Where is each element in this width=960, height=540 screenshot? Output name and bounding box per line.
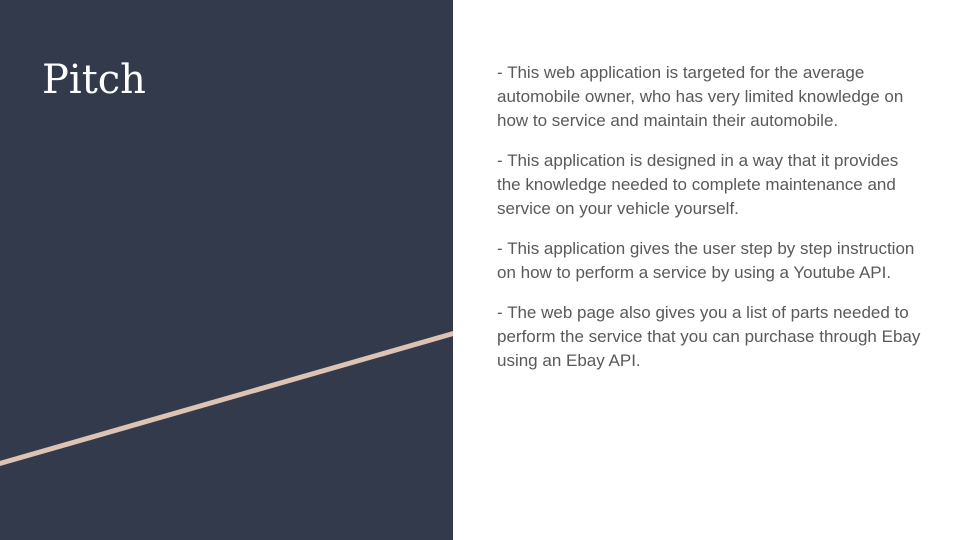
pitch-paragraph: - This application is designed in a way … <box>497 151 899 218</box>
pitch-paragraph: - This application gives the user step b… <box>497 239 915 282</box>
left-panel: Pitch <box>0 0 453 540</box>
pitch-paragraph: - This web application is targeted for t… <box>497 63 904 130</box>
slide-title: Pitch <box>42 57 146 103</box>
slide: Pitch - This web application is targeted… <box>0 0 960 540</box>
accent-stroke <box>0 330 453 467</box>
pitch-content: - This web application is targeted for t… <box>497 61 922 389</box>
pitch-paragraph: - The web page also gives you a list of … <box>497 303 921 370</box>
